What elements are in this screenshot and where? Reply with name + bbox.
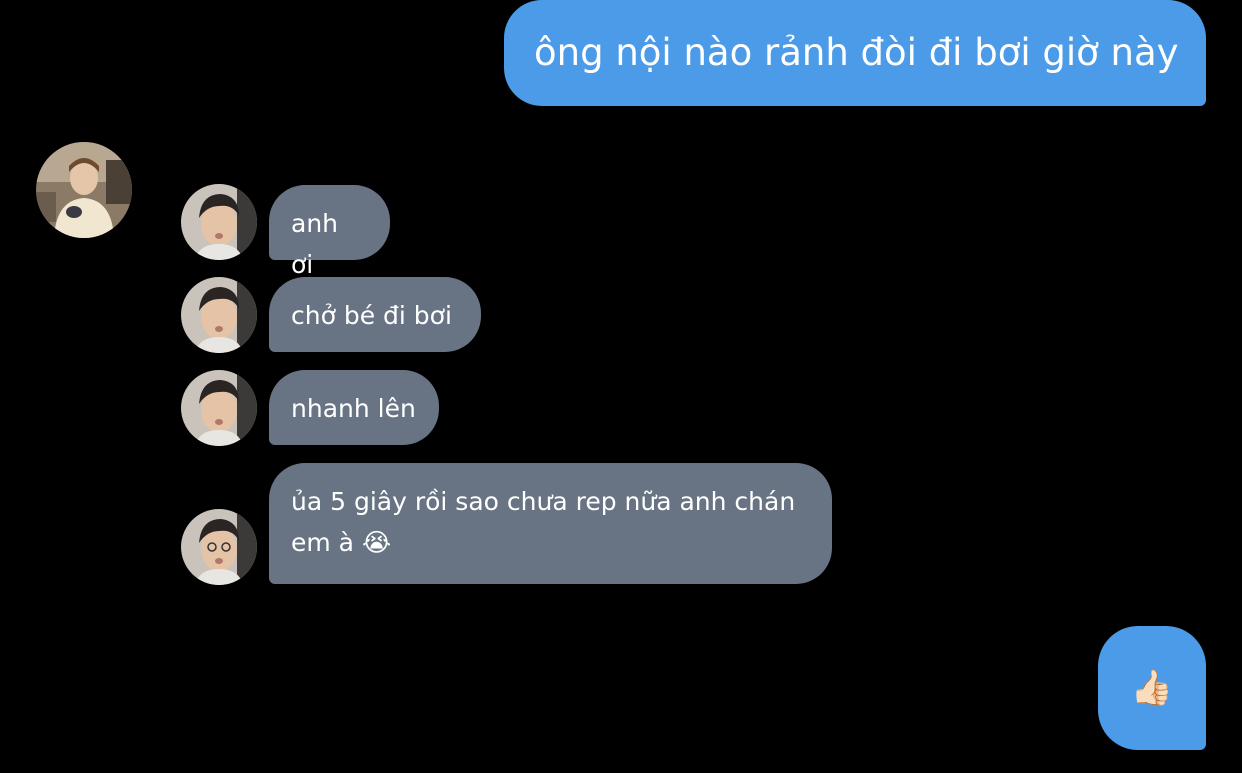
incoming-message-text: chở bé đi bơi <box>291 301 452 330</box>
thumbs-up-icon: 👍🏻 <box>1130 668 1174 708</box>
sender-photo-icon <box>181 184 257 260</box>
incoming-message-text-line: em à 😭 <box>291 528 392 557</box>
outgoing-message-bubble[interactable]: ông nội nào rảnh đòi đi bơi giờ này <box>504 0 1206 106</box>
contact-photo-icon <box>36 142 132 238</box>
sender-avatar[interactable] <box>181 370 257 446</box>
incoming-message-bubble[interactable]: ủa 5 giây rồi sao chưa rep nữa anh chán … <box>269 463 832 584</box>
outgoing-reaction-bubble[interactable]: 👍🏻 <box>1098 626 1206 750</box>
incoming-message-text: nhanh lên <box>291 394 416 423</box>
incoming-message-text-line: ủa 5 giây rồi sao chưa rep nữa anh chán <box>291 487 796 516</box>
sender-photo-icon <box>181 370 257 446</box>
incoming-message-bubble[interactable]: chở bé đi bơi <box>269 277 481 352</box>
sender-avatar[interactable] <box>181 277 257 353</box>
sender-avatar[interactable] <box>181 184 257 260</box>
incoming-message-bubble[interactable]: anh ơi <box>269 185 390 279</box>
sender-photo-icon <box>181 277 257 353</box>
incoming-message-text: anh ơi <box>291 209 339 279</box>
sender-avatar[interactable] <box>181 509 257 585</box>
outgoing-message-text: ông nội nào rảnh đòi đi bơi giờ này <box>534 31 1179 74</box>
contact-avatar[interactable] <box>36 142 132 238</box>
chat-thread: ông nội nào rảnh đòi đi bơi giờ này anh … <box>0 0 1242 773</box>
incoming-message-bubble[interactable]: nhanh lên <box>269 370 439 445</box>
sender-photo-icon <box>181 509 257 585</box>
